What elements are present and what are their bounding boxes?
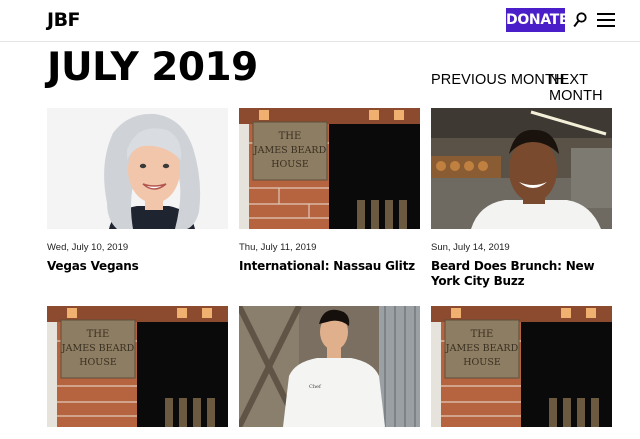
event-image-woman-portrait[interactable] xyxy=(47,108,228,229)
event-image-chef-portrait-kitchen[interactable] xyxy=(431,108,612,229)
search-icon[interactable] xyxy=(573,12,587,28)
jbf-logo[interactable]: JBF xyxy=(47,9,81,31)
svg-text:Chef: Chef xyxy=(309,384,322,390)
svg-text:JAMES BEARD: JAMES BEARD xyxy=(61,343,135,354)
svg-text:THE: THE xyxy=(471,329,494,340)
next-month-link[interactable]: NEXT MONTH xyxy=(549,72,640,104)
svg-text:HOUSE: HOUSE xyxy=(271,159,309,170)
svg-text:JAMES BEARD: JAMES BEARD xyxy=(253,145,327,156)
event-image-chef-portrait-wood[interactable]: Chef xyxy=(239,306,420,427)
event-title[interactable]: International: Nassau Glitz xyxy=(239,259,420,274)
event-image-james-beard-house[interactable]: THE JAMES BEARD HOUSE xyxy=(431,306,612,427)
page-title: JULY 2019 xyxy=(47,45,258,90)
previous-month-link[interactable]: PREVIOUS MONTH xyxy=(431,72,565,88)
event-image-james-beard-house[interactable]: THE JAMES BEARD HOUSE xyxy=(47,306,228,427)
event-date: Wed, July 10, 2019 xyxy=(47,242,129,253)
svg-text:THE: THE xyxy=(87,329,110,340)
svg-text:HOUSE: HOUSE xyxy=(79,357,117,368)
event-date: Thu, July 11, 2019 xyxy=(239,242,317,253)
event-date: Sun, July 14, 2019 xyxy=(431,242,510,253)
hamburger-menu-icon[interactable] xyxy=(597,13,615,27)
svg-text:JAMES BEARD: JAMES BEARD xyxy=(445,343,519,354)
site-header: JBF DONATE xyxy=(0,0,640,42)
svg-text:THE: THE xyxy=(279,131,302,142)
event-title[interactable]: Vegas Vegans xyxy=(47,259,228,274)
event-title[interactable]: Beard Does Brunch: New York City Buzz xyxy=(431,259,612,289)
event-image-james-beard-house[interactable]: THE JAMES BEARD HOUSE xyxy=(239,108,420,229)
svg-text:HOUSE: HOUSE xyxy=(463,357,501,368)
donate-button[interactable]: DONATE xyxy=(506,8,569,32)
